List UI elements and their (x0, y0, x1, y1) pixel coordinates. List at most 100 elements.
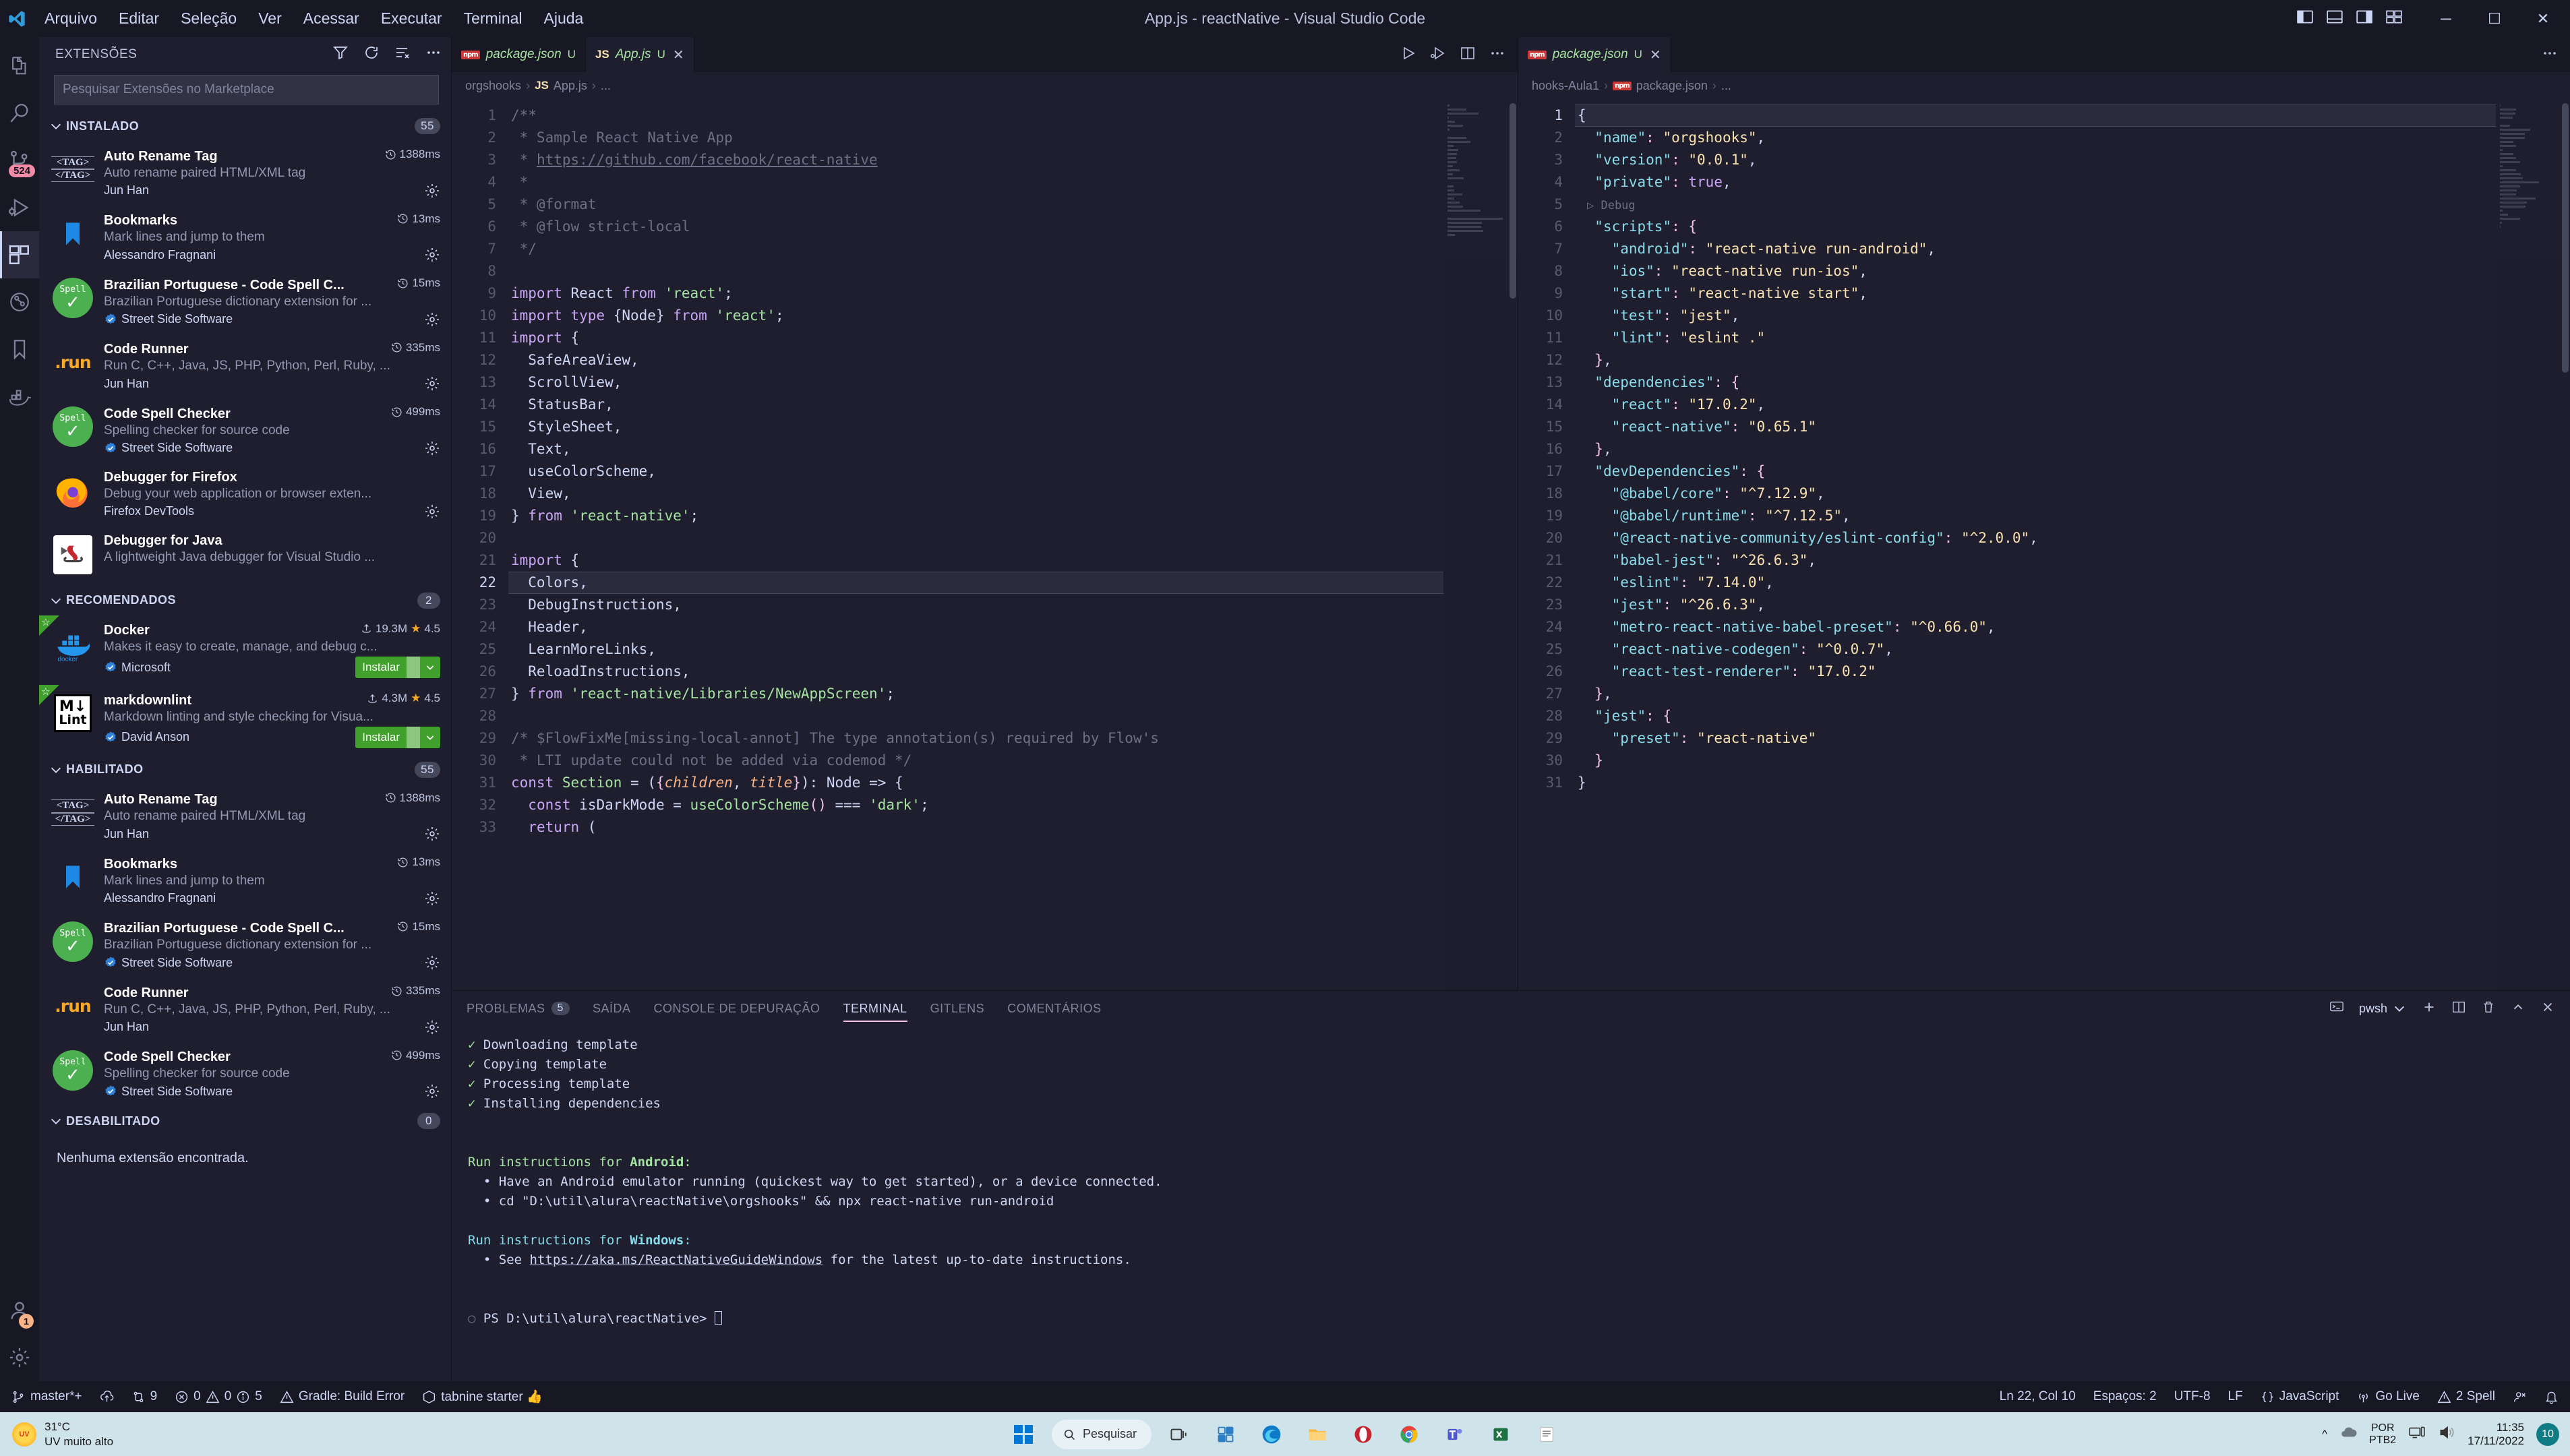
codelens-debug[interactable]: ▷ Debug (1578, 199, 1636, 212)
code-line[interactable]: "babel-jest": "^26.6.3", (1575, 549, 2496, 572)
code-line[interactable] (508, 260, 1443, 282)
tab-package-json-right[interactable]: npm package.json U ✕ (1518, 37, 1671, 72)
clear-search-icon[interactable] (394, 44, 411, 65)
gear-icon[interactable] (424, 826, 440, 842)
code-line[interactable]: "react-native-codegen": "^0.0.7", (1575, 638, 2496, 661)
code-line[interactable] (1575, 794, 2496, 816)
layout-sidebar-left-icon[interactable] (2296, 8, 2314, 29)
code-line[interactable]: "scripts": { (1575, 216, 2496, 238)
code-line[interactable]: Text, (508, 438, 1443, 460)
onedrive-icon[interactable] (2339, 1424, 2357, 1445)
code-line[interactable]: "react-native": "0.65.1" (1575, 416, 2496, 438)
code-line[interactable]: * LTI update could not be added via code… (508, 750, 1443, 772)
gear-icon[interactable] (424, 504, 440, 520)
install-button[interactable]: Instalar (355, 726, 440, 748)
code-line[interactable]: } from 'react-native'; (508, 505, 1443, 527)
code-line[interactable]: import { (508, 549, 1443, 572)
editor-scrollbar-right[interactable] (2561, 99, 2570, 990)
code-line[interactable]: }, (1575, 683, 2496, 705)
extension-list-item[interactable]: Debugger for Java A lightweight Java debu… (39, 526, 451, 586)
layout-sidebar-right-icon[interactable] (2356, 8, 2373, 29)
code-line[interactable]: View, (508, 483, 1443, 505)
code-line[interactable]: "@babel/runtime": "^7.12.5", (1575, 505, 2496, 527)
customize-layout-icon[interactable] (2385, 8, 2403, 29)
breadcrumb-right[interactable]: hooks-Aula1 › npm package.json › ... (1518, 72, 2570, 99)
code-line[interactable]: import type {Node} from 'react'; (508, 305, 1443, 327)
gear-icon[interactable] (424, 183, 440, 199)
taskbar-clock[interactable]: 11:35 17/11/2022 (2468, 1421, 2524, 1447)
panel-tab-sada[interactable]: SAÍDA (593, 991, 631, 1026)
code-line[interactable]: "ios": "react-native run-ios", (1575, 260, 2496, 282)
breadcrumb-item[interactable]: hooks-Aula1 (1532, 79, 1599, 93)
gear-icon[interactable] (424, 311, 440, 328)
refresh-icon[interactable] (363, 44, 380, 65)
extension-search-box[interactable] (54, 75, 439, 104)
code-line[interactable]: "preset": "react-native" (1575, 727, 2496, 750)
status-language-mode[interactable]: JavaScript (2252, 1389, 2348, 1404)
taskbar-weather-widget[interactable]: UV 31°C UV muito alto (0, 1420, 113, 1449)
sidebar-item-docker[interactable] (0, 373, 39, 420)
close-icon[interactable]: ✕ (673, 47, 684, 63)
widgets-icon[interactable] (1208, 1417, 1243, 1452)
opera-icon[interactable] (1346, 1417, 1381, 1452)
terminal-shell-selector[interactable]: pwsh (2359, 1001, 2407, 1016)
maximize-button[interactable]: ☐ (2470, 0, 2519, 37)
code-line[interactable]: ▷ Debug (1575, 193, 2496, 216)
status-git-compare[interactable]: 9 (123, 1381, 167, 1412)
breadcrumb-left[interactable]: orgshooks › JS App.js › ... (452, 72, 1518, 99)
extension-list-item[interactable]: <TAG> </TAG> Auto Rename Tag 1388ms Auto ren… (39, 141, 451, 206)
notification-badge[interactable]: 10 (2536, 1422, 2559, 1446)
sidebar-item-run-debug[interactable] (0, 184, 39, 231)
code-line[interactable]: const isDarkMode = useColorScheme() === … (508, 794, 1443, 816)
minimap-right[interactable] (2496, 99, 2570, 990)
status-gradle[interactable]: Gradle: Build Error (271, 1381, 413, 1412)
code-line[interactable]: ScrollView, (508, 371, 1443, 394)
sidebar-item-extensions[interactable] (0, 231, 39, 278)
menu-item-terminal[interactable]: Terminal (453, 5, 533, 32)
menu-item-ver[interactable]: Ver (247, 5, 293, 32)
task-view-icon[interactable] (1162, 1417, 1197, 1452)
status-spell[interactable]: 2 Spell (2428, 1389, 2504, 1404)
code-line[interactable]: "jest": "^26.6.3", (1575, 594, 2496, 616)
extension-group-recomendados[interactable]: RECOMENDADOS 2 (39, 585, 451, 615)
extensions-list[interactable]: INSTALADO 55 <TAG> </TAG> Auto Rename Tag 138… (39, 111, 451, 1381)
status-accounts-icon[interactable] (2504, 1390, 2536, 1404)
code-line[interactable]: { (1575, 104, 2496, 127)
code-line[interactable] (508, 705, 1443, 727)
code-line[interactable]: StyleSheet, (508, 416, 1443, 438)
code-line[interactable]: /** (508, 104, 1443, 127)
code-line[interactable]: "test": "jest", (1575, 305, 2496, 327)
code-line[interactable]: * (508, 171, 1443, 193)
status-go-live[interactable]: Go Live (2348, 1389, 2428, 1404)
code-line[interactable]: * @flow strict-local (508, 216, 1443, 238)
code-line[interactable]: /* $FlowFixMe[missing-local-annot] The t… (508, 727, 1443, 750)
gear-icon[interactable] (424, 1083, 440, 1099)
code-line[interactable]: * https://github.com/facebook/react-nati… (508, 149, 1443, 171)
extension-list-item[interactable]: .run Code Runner 335ms Run C, C++, Java, JS… (39, 977, 451, 1042)
start-button-icon[interactable] (1006, 1417, 1041, 1452)
excel-icon[interactable] (1483, 1417, 1518, 1452)
layout-panel-icon[interactable] (2326, 8, 2343, 29)
status-eol[interactable]: LF (2219, 1389, 2252, 1404)
breadcrumb-item[interactable]: App.js (554, 79, 587, 93)
extension-group-instalado[interactable]: INSTALADO 55 (39, 111, 451, 141)
menu-item-acessar[interactable]: Acessar (293, 5, 370, 32)
volume-icon[interactable] (2438, 1424, 2455, 1445)
gear-icon[interactable] (424, 1019, 440, 1035)
file-explorer-icon[interactable] (1300, 1417, 1335, 1452)
chrome-icon[interactable] (1392, 1417, 1427, 1452)
filter-icon[interactable] (332, 44, 349, 65)
word-icon[interactable] (1529, 1417, 1564, 1452)
code-line[interactable]: return ( (508, 816, 1443, 839)
install-button[interactable]: Instalar (355, 657, 440, 678)
extension-list-item[interactable]: Bookmarks 13ms Mark lines and jump to them… (39, 849, 451, 913)
breadcrumb-item[interactable]: orgshooks (465, 79, 521, 93)
extension-group-habilitado[interactable]: HABILITADO 55 (39, 754, 451, 785)
code-line[interactable]: * Sample React Native App (508, 127, 1443, 149)
more-actions-icon[interactable] (2542, 45, 2558, 65)
tray-expand-icon[interactable]: ^ (2322, 1428, 2327, 1441)
code-line[interactable]: "version": "0.0.1", (1575, 149, 2496, 171)
code-line[interactable]: "metro-react-native-babel-preset": "^0.6… (1575, 616, 2496, 638)
code-line[interactable]: SafeAreaView, (508, 349, 1443, 371)
code-line[interactable]: "private": true, (1575, 171, 2496, 193)
